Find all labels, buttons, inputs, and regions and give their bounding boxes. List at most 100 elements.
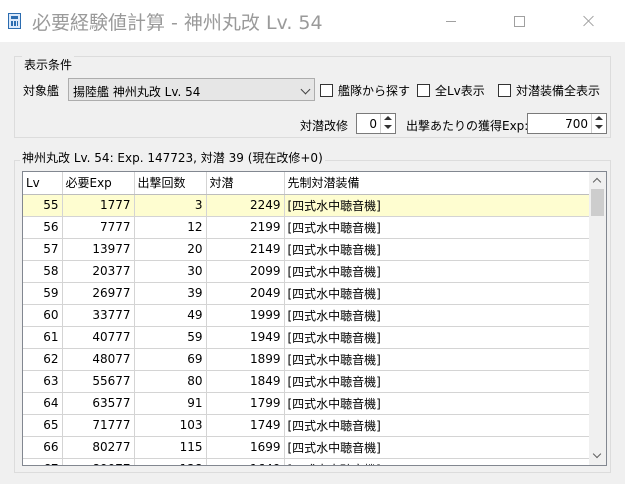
table-row[interactable]: 61 40777 59 1949 [四式水中聴音機]	[23, 326, 590, 349]
cell-sorties: 80	[134, 370, 207, 393]
window-title: 必要経験値計算 - 神州丸改 Lv. 54	[32, 12, 323, 34]
cell-lv: 66	[23, 436, 63, 459]
cell-sorties: 69	[134, 348, 207, 371]
cell-required-exp: 40777	[62, 326, 135, 349]
column-header-asw-equipment[interactable]: 先制対潜装備	[284, 172, 590, 195]
column-header-sorties[interactable]: 出撃回数	[134, 172, 207, 195]
table-header-row: Lv 必要Exp 出撃回数 対潜 先制対潜装備	[23, 172, 590, 195]
spinner-buttons[interactable]	[380, 114, 395, 133]
cell-sorties: 49	[134, 304, 207, 327]
maximize-icon	[513, 15, 525, 27]
conditions-legend: 表示条件	[22, 56, 75, 73]
cell-asw-equipment: [四式水中聴音機]	[284, 194, 590, 217]
cell-sorties: 3	[134, 194, 207, 217]
table-row[interactable]: 57 13977 20 2149 [四式水中聴音機]	[23, 238, 590, 261]
checkbox-icon	[498, 84, 511, 97]
asw-mod-spinner[interactable]: 0	[356, 113, 396, 134]
cell-asw: 1999	[206, 304, 285, 327]
fleet-search-checkbox[interactable]: 艦隊から探す	[320, 82, 410, 99]
cell-asw-equipment: [四式水中聴音機]	[284, 260, 590, 283]
cell-required-exp: 1777	[62, 194, 135, 217]
all-asw-label: 対潜装備全表示	[516, 84, 601, 98]
cell-required-exp: 80277	[62, 436, 135, 459]
cell-sorties: 20	[134, 238, 207, 261]
cell-required-exp: 89077	[62, 458, 135, 465]
calculator-icon	[8, 13, 21, 29]
spinner-buttons[interactable]	[591, 114, 606, 133]
spin-up-icon[interactable]	[384, 116, 392, 120]
asw-mod-label: 対潜改修	[300, 119, 349, 133]
close-button[interactable]	[566, 0, 612, 42]
minimize-button[interactable]	[428, 0, 474, 42]
cell-asw-equipment: [四式水中聴音機]	[284, 304, 590, 327]
table-row[interactable]: 67890771281649[四式水中聴音機]	[23, 458, 590, 465]
cell-asw: 1649	[206, 458, 285, 465]
spin-up-icon[interactable]	[595, 116, 603, 120]
table-row[interactable]: 63 55677 80 1849 [四式水中聴音機]	[23, 370, 590, 393]
cell-asw-equipment: [四式水中聴音機]	[284, 436, 590, 459]
cell-asw-equipment: [四式水中聴音機]	[284, 282, 590, 305]
cell-sorties: 12	[134, 216, 207, 239]
cell-sorties: 30	[134, 260, 207, 283]
window-client: 表示条件 対象艦 揚陸艦 神州丸改 Lv. 54 艦隊から探す 全Lv表示 対潜…	[0, 42, 625, 484]
target-ship-combo[interactable]: 揚陸艦 神州丸改 Lv. 54	[68, 78, 315, 101]
all-lv-checkbox[interactable]: 全Lv表示	[417, 82, 485, 99]
cell-required-exp: 71777	[62, 414, 135, 437]
cell-required-exp: 26977	[62, 282, 135, 305]
cell-asw: 2199	[206, 216, 285, 239]
cell-asw: 1749	[206, 414, 285, 437]
target-ship-label: 対象艦	[23, 84, 60, 98]
all-lv-label: 全Lv表示	[435, 84, 485, 98]
table-row[interactable]: 66 80277 115 1699 [四式水中聴音機]	[23, 436, 590, 459]
cell-asw-equipment: [四式水中聴音機]	[284, 458, 590, 465]
spin-down-icon[interactable]	[595, 125, 603, 129]
exp-table[interactable]: Lv 必要Exp 出撃回数 対潜 先制対潜装備 55 1777 3 2249 [四式水中…	[22, 171, 607, 466]
cell-asw: 2049	[206, 282, 285, 305]
exp-per-sortie-spinner[interactable]: 700	[527, 113, 607, 134]
scroll-down-icon[interactable]	[592, 449, 602, 459]
cell-required-exp: 63577	[62, 392, 135, 415]
table-row[interactable]: 56 7777 12 2199 [四式水中聴音機]	[23, 216, 590, 239]
cell-lv: 58	[23, 260, 63, 283]
cell-required-exp: 55677	[62, 370, 135, 393]
table-row[interactable]: 62 48077 69 1899 [四式水中聴音機]	[23, 348, 590, 371]
cell-lv: 67	[23, 458, 63, 465]
cell-lv: 56	[23, 216, 63, 239]
cell-required-exp: 20377	[62, 260, 135, 283]
cell-lv: 61	[23, 326, 63, 349]
cell-asw: 2099	[206, 260, 285, 283]
table-row[interactable]: 64 63577 91 1799 [四式水中聴音機]	[23, 392, 590, 415]
cell-lv: 59	[23, 282, 63, 305]
column-header-lv[interactable]: Lv	[23, 172, 63, 195]
table-row[interactable]: 65 71777 103 1749 [四式水中聴音機]	[23, 414, 590, 437]
column-header-required-exp[interactable]: 必要Exp	[62, 172, 135, 195]
vertical-scrollbar[interactable]	[589, 172, 606, 465]
table-row[interactable]: 60 33777 49 1999 [四式水中聴音機]	[23, 304, 590, 327]
cell-asw: 1899	[206, 348, 285, 371]
column-header-asw[interactable]: 対潜	[206, 172, 285, 195]
table-row[interactable]: 55 1777 3 2249 [四式水中聴音機]	[23, 194, 590, 217]
title-bar: 必要経験値計算 - 神州丸改 Lv. 54	[0, 0, 625, 42]
cell-sorties: 91	[134, 392, 207, 415]
scroll-thumb[interactable]	[591, 189, 604, 216]
cell-required-exp: 33777	[62, 304, 135, 327]
all-asw-checkbox[interactable]: 対潜装備全表示	[498, 82, 600, 99]
cell-sorties: 59	[134, 326, 207, 349]
spin-down-icon[interactable]	[384, 125, 392, 129]
chevron-down-icon	[300, 84, 311, 95]
cell-asw-equipment: [四式水中聴音機]	[284, 216, 590, 239]
scroll-up-icon[interactable]	[592, 177, 602, 187]
target-ship-value: 揚陸艦 神州丸改 Lv. 54	[73, 85, 201, 99]
cell-required-exp: 13977	[62, 238, 135, 261]
cell-lv: 64	[23, 392, 63, 415]
cell-asw-equipment: [四式水中聴音機]	[284, 370, 590, 393]
table-row[interactable]: 59 26977 39 2049 [四式水中聴音機]	[23, 282, 590, 305]
result-summary: 神州丸改 Lv. 54: Exp. 147723, 対潜 39 (現在改修+0)	[20, 149, 325, 166]
table-row[interactable]: 58 20377 30 2099 [四式水中聴音機]	[23, 260, 590, 283]
cell-asw-equipment: [四式水中聴音機]	[284, 392, 590, 415]
maximize-button[interactable]	[496, 0, 542, 42]
cell-asw: 1949	[206, 326, 285, 349]
exp-table-grid: Lv 必要Exp 出撃回数 対潜 先制対潜装備 55 1777 3 2249 [四式水中…	[23, 172, 590, 465]
cell-asw: 2249	[206, 194, 285, 217]
cell-required-exp: 48077	[62, 348, 135, 371]
